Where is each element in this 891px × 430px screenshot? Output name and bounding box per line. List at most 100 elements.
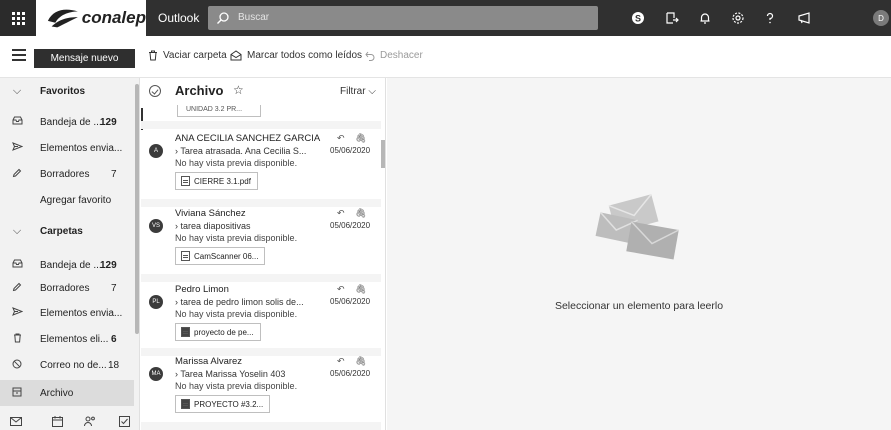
- attachment-name: CamScanner 06...: [194, 251, 259, 261]
- message-subject: › Tarea Marissa Yoselin 403: [175, 369, 286, 379]
- document-icon: [181, 176, 190, 186]
- unread-count: 129: [100, 259, 117, 271]
- star-icon[interactable]: ☆: [233, 83, 244, 97]
- favorite-drafts[interactable]: Borradores 7: [0, 161, 134, 187]
- attachment-chip[interactable]: PROYECTO #3.2...: [175, 395, 271, 413]
- folders-header[interactable]: ⌵ Carpetas: [0, 218, 134, 244]
- envelopes-illustration: [595, 193, 680, 260]
- document-icon: [181, 251, 190, 261]
- pencil-icon: [10, 168, 24, 181]
- skype-icon[interactable]: S: [630, 10, 646, 26]
- send-icon: [10, 307, 24, 319]
- waffle-icon: [11, 11, 25, 25]
- message-item[interactable]: A ANA CECILIA SANCHEZ GARCIA ↶ 🖇 › Tarea…: [141, 129, 381, 199]
- favorites-header-label: Favoritos: [40, 85, 86, 97]
- message-date: 05/06/2020: [330, 146, 371, 155]
- avatar: PL: [149, 295, 163, 309]
- folder-sent[interactable]: Elementos envia...: [0, 300, 134, 326]
- user-avatar[interactable]: D: [873, 10, 889, 26]
- attachment-name: CIERRE 3.1.pdf: [194, 176, 251, 186]
- message-subject: › tarea de pedro limon solis de...: [175, 297, 304, 307]
- gear-icon[interactable]: [730, 10, 746, 26]
- header-bar: Outlook Buscar S D: [146, 0, 891, 36]
- avatar: A: [149, 144, 163, 158]
- folder-drafts[interactable]: Borradores 7: [0, 275, 134, 301]
- svg-text:S: S: [635, 14, 641, 24]
- subject-text: tarea diapositivas: [180, 221, 251, 231]
- message-list-scrollbar[interactable]: [381, 140, 385, 168]
- sender-name: ANA CECILIA SANCHEZ GARCIA: [175, 133, 321, 144]
- folder-deleted-label: Elementos eli...: [40, 333, 109, 345]
- feedback-icon[interactable]: [796, 10, 812, 26]
- help-icon[interactable]: [762, 10, 778, 26]
- filter-label: Filtrar: [340, 86, 366, 97]
- folder-archive-label: Archivo: [40, 387, 74, 399]
- folder-archive[interactable]: Archivo: [0, 380, 134, 406]
- message-preview: No hay vista previa disponible.: [175, 233, 298, 243]
- message-item[interactable]: PL Pedro Limon ↶ 🖇 › tarea de pedro limo…: [141, 280, 381, 350]
- folder-junk[interactable]: Correo no de... 18: [0, 352, 134, 378]
- chevron-down-icon: ⌵: [12, 84, 22, 97]
- calendar-icon[interactable]: [50, 414, 64, 428]
- attachment-chip[interactable]: CIERRE 3.1.pdf: [175, 172, 258, 190]
- command-bar: Mensaje nuevo Vaciar carpeta Marcar todo…: [0, 36, 891, 78]
- select-all-checkbox[interactable]: [149, 85, 161, 97]
- favorite-sent[interactable]: Elementos envia...: [0, 135, 134, 161]
- favorite-inbox[interactable]: Bandeja de ... 129: [0, 109, 134, 135]
- message-preview: No hay vista previa disponible.: [175, 309, 298, 319]
- message-date: 05/06/2020: [330, 369, 371, 378]
- chevron-down-icon: ⌵: [368, 86, 376, 97]
- separator: [141, 121, 381, 129]
- draft-count: 7: [111, 168, 117, 180]
- undo-button[interactable]: Deshacer: [365, 50, 423, 61]
- empty-folder-button[interactable]: Vaciar carpeta: [148, 50, 227, 61]
- folder-pane-scrollbar[interactable]: [135, 84, 139, 334]
- new-message-button[interactable]: Mensaje nuevo: [34, 49, 135, 68]
- search-box[interactable]: Buscar: [208, 6, 598, 30]
- folder-inbox-label: Bandeja de ...: [40, 259, 102, 271]
- pencil-icon: [10, 282, 24, 295]
- search-input[interactable]: Buscar: [238, 12, 269, 23]
- mail-icon[interactable]: [9, 414, 23, 428]
- word-document-icon: [181, 327, 190, 337]
- message-list-header: Archivo ☆ Filtrar ⌵: [141, 78, 385, 104]
- junk-count: 18: [108, 359, 120, 371]
- mark-all-read-label: Marcar todos como leídos: [247, 50, 363, 61]
- undo-label: Deshacer: [380, 50, 423, 61]
- attachment-chip[interactable]: CamScanner 06...: [175, 247, 266, 265]
- brand-logo: [47, 9, 78, 28]
- reply-attachment-icons: ↶ 🖇: [337, 284, 371, 294]
- message-list: Archivo ☆ Filtrar ⌵ UNIDAD 3.2 PR... A A…: [141, 78, 386, 430]
- undo-icon: [365, 51, 375, 61]
- app-name[interactable]: Outlook: [158, 11, 199, 25]
- attachment-chip[interactable]: UNIDAD 3.2 PR...: [177, 105, 261, 117]
- attachment-chip[interactable]: proyecto de pe...: [175, 323, 261, 341]
- folder-deleted[interactable]: Elementos eli... 6: [0, 326, 134, 352]
- bell-icon[interactable]: [697, 10, 713, 26]
- message-preview: No hay vista previa disponible.: [175, 158, 298, 168]
- message-item[interactable]: MA Marissa Alvarez ↶ 🖇 › Tarea Marissa Y…: [141, 352, 381, 422]
- hamburger-menu-icon[interactable]: [12, 49, 26, 61]
- inbox-icon: [10, 116, 24, 128]
- favorites-header[interactable]: ⌵ Favoritos: [0, 78, 134, 104]
- reading-pane: Seleccionar un elemento para leerlo: [387, 78, 891, 430]
- add-favorite-link[interactable]: Agregar favorito: [0, 187, 134, 213]
- reply-attachment-icons: ↶ 🖇: [337, 133, 371, 143]
- translate-icon[interactable]: [664, 10, 680, 26]
- brand-name: conalep: [81, 8, 146, 27]
- top-bar: conalep Outlook Buscar S D: [0, 0, 891, 36]
- message-item[interactable]: VS Viviana Sánchez ↶ 🖇 › tarea diapositi…: [141, 204, 381, 274]
- trash-icon: [149, 50, 157, 61]
- app-launcher-button[interactable]: [0, 0, 36, 36]
- subject-text: Tarea Marissa Yoselin 403: [180, 369, 286, 379]
- word-document-icon: [181, 399, 190, 409]
- send-icon: [10, 142, 24, 154]
- draft-count: 7: [111, 282, 117, 294]
- people-icon[interactable]: [83, 414, 97, 428]
- filter-button[interactable]: Filtrar ⌵: [340, 86, 376, 97]
- favorite-drafts-label: Borradores: [40, 168, 90, 180]
- todo-icon[interactable]: [117, 414, 131, 428]
- brand[interactable]: conalep: [36, 0, 146, 36]
- mark-all-read-button[interactable]: Marcar todos como leídos: [230, 50, 362, 61]
- attachment-name: proyecto de pe...: [194, 327, 254, 337]
